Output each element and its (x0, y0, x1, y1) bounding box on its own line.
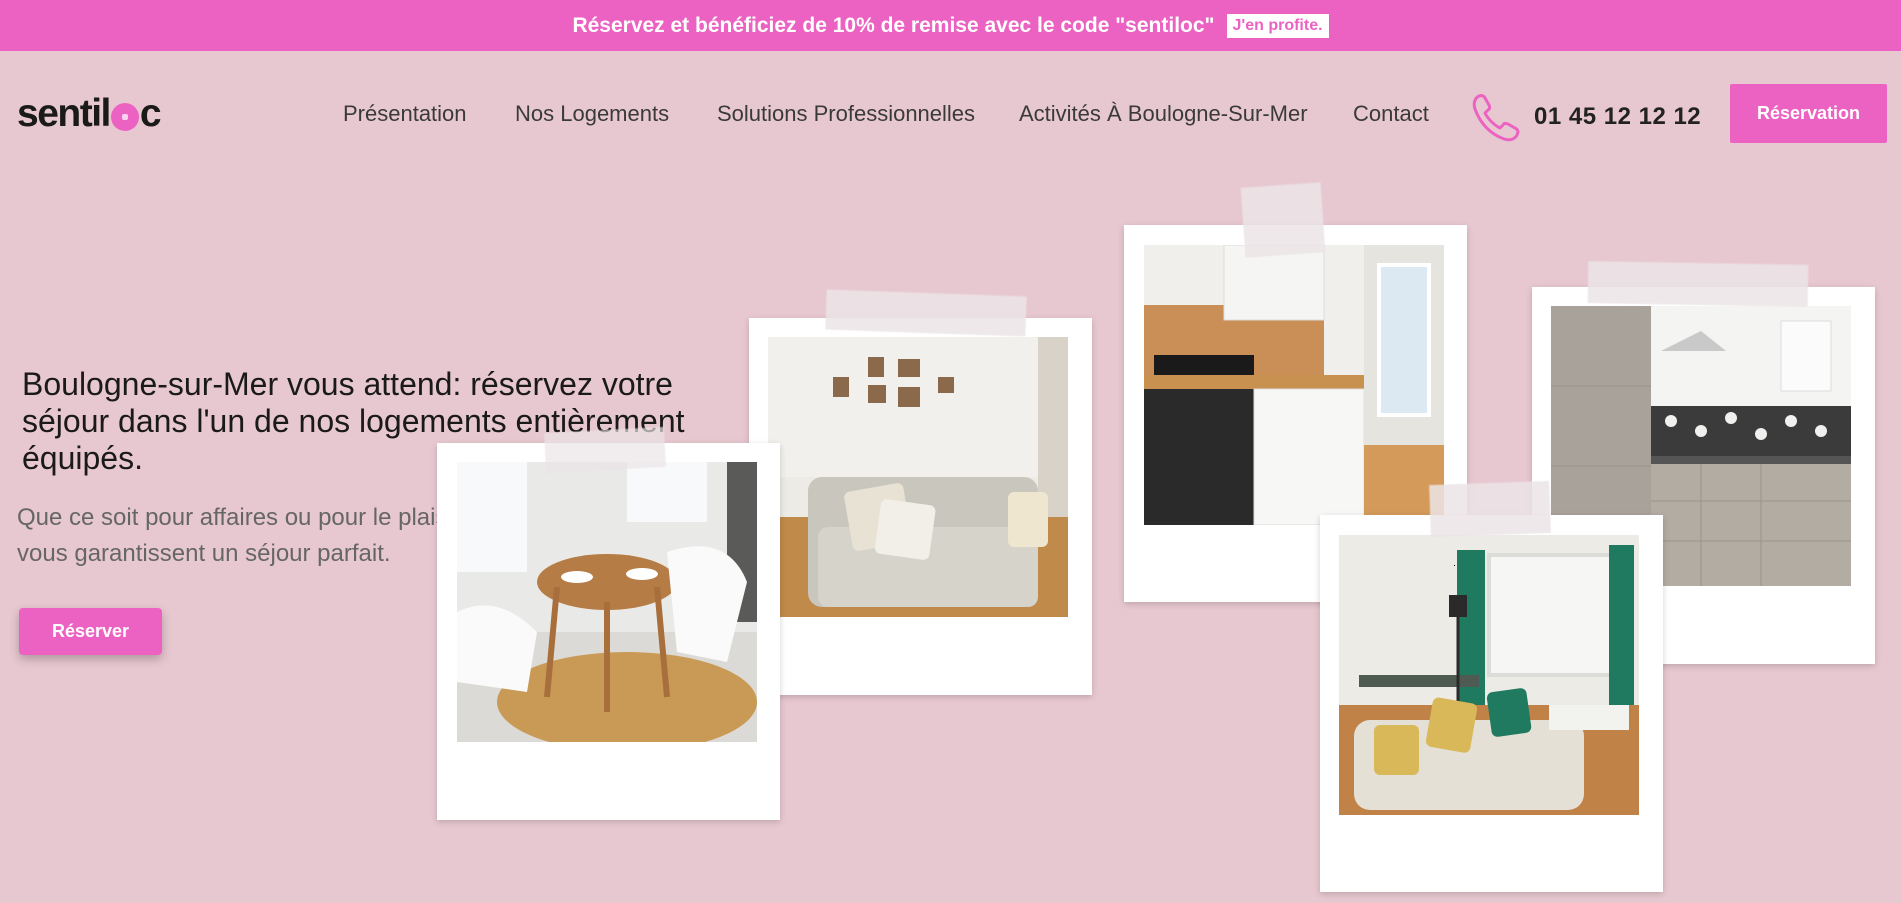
hero-reserve-button[interactable]: Réserver (19, 608, 162, 655)
logo-text-start: sentil (17, 92, 111, 135)
polaroid-living-room (749, 318, 1092, 695)
tape-decoration (1587, 261, 1809, 307)
promo-text: Réservez et bénéficiez de 10% de remise … (572, 13, 1215, 37)
polaroid-dining (437, 443, 780, 820)
tape-decoration (1240, 182, 1326, 258)
phone-icon (1472, 94, 1520, 142)
promo-bar: Réservez et bénéficiez de 10% de remise … (0, 0, 1901, 51)
kitchen-photo (1144, 245, 1444, 525)
nav-item-presentation[interactable]: Présentation (343, 101, 467, 127)
logo-dot-icon (110, 103, 139, 131)
reservation-button[interactable]: Réservation (1730, 84, 1887, 143)
nav-item-solutions[interactable]: Solutions Professionnelles (717, 101, 975, 127)
sofa-living-photo (1339, 535, 1639, 815)
tape-decoration (544, 426, 666, 474)
nav-item-activites[interactable]: Activités À Boulogne-Sur-Mer (1019, 101, 1308, 127)
phone-number: 01 45 12 12 12 (1534, 103, 1702, 130)
phone-link[interactable]: 01 45 12 12 12 (1470, 90, 1701, 144)
nav-item-contact[interactable]: Contact (1353, 101, 1429, 127)
nav-item-logements[interactable]: Nos Logements (515, 101, 669, 127)
tape-decoration (825, 289, 1027, 337)
polaroid-sofa-living (1320, 515, 1663, 892)
tape-decoration (1429, 480, 1551, 538)
living-room-photo (768, 337, 1068, 617)
dining-table-photo (457, 462, 757, 742)
logo[interactable]: sentil c (17, 92, 162, 136)
promo-button[interactable]: J'en profite. (1226, 13, 1329, 38)
logo-text-end: c (139, 92, 162, 135)
